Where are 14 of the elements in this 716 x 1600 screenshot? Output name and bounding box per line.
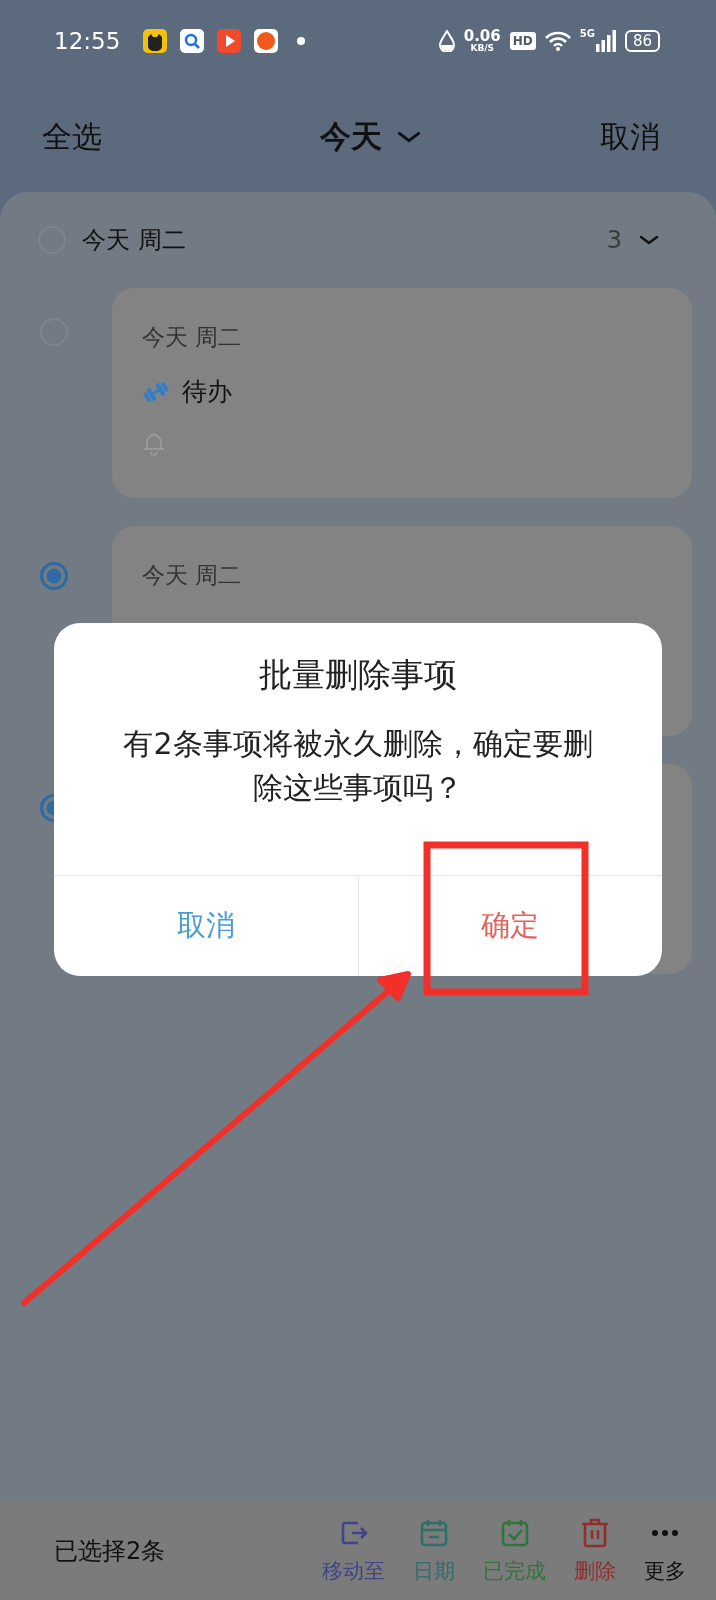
task-date: 今天 周二	[142, 323, 243, 352]
group-title: 今天 周二	[82, 225, 186, 256]
dialog-title: 批量删除事项	[259, 654, 457, 696]
task-date: 今天 周二	[142, 561, 243, 590]
battery-indicator: 86	[624, 30, 660, 52]
dialog-message: 有2条事项将被永久删除，确定要删除这些事项吗？	[122, 725, 594, 807]
task-title: 待办	[182, 376, 232, 408]
network-type: 5G	[579, 28, 595, 39]
network-speed: 0.06	[463, 29, 501, 44]
selection-count: 已选择2条	[54, 1536, 166, 1567]
hd-badge: HD	[509, 32, 536, 50]
status-time: 12:55	[54, 28, 121, 54]
speed-unit: KB/S	[470, 44, 494, 53]
task-count: 3	[606, 226, 622, 254]
